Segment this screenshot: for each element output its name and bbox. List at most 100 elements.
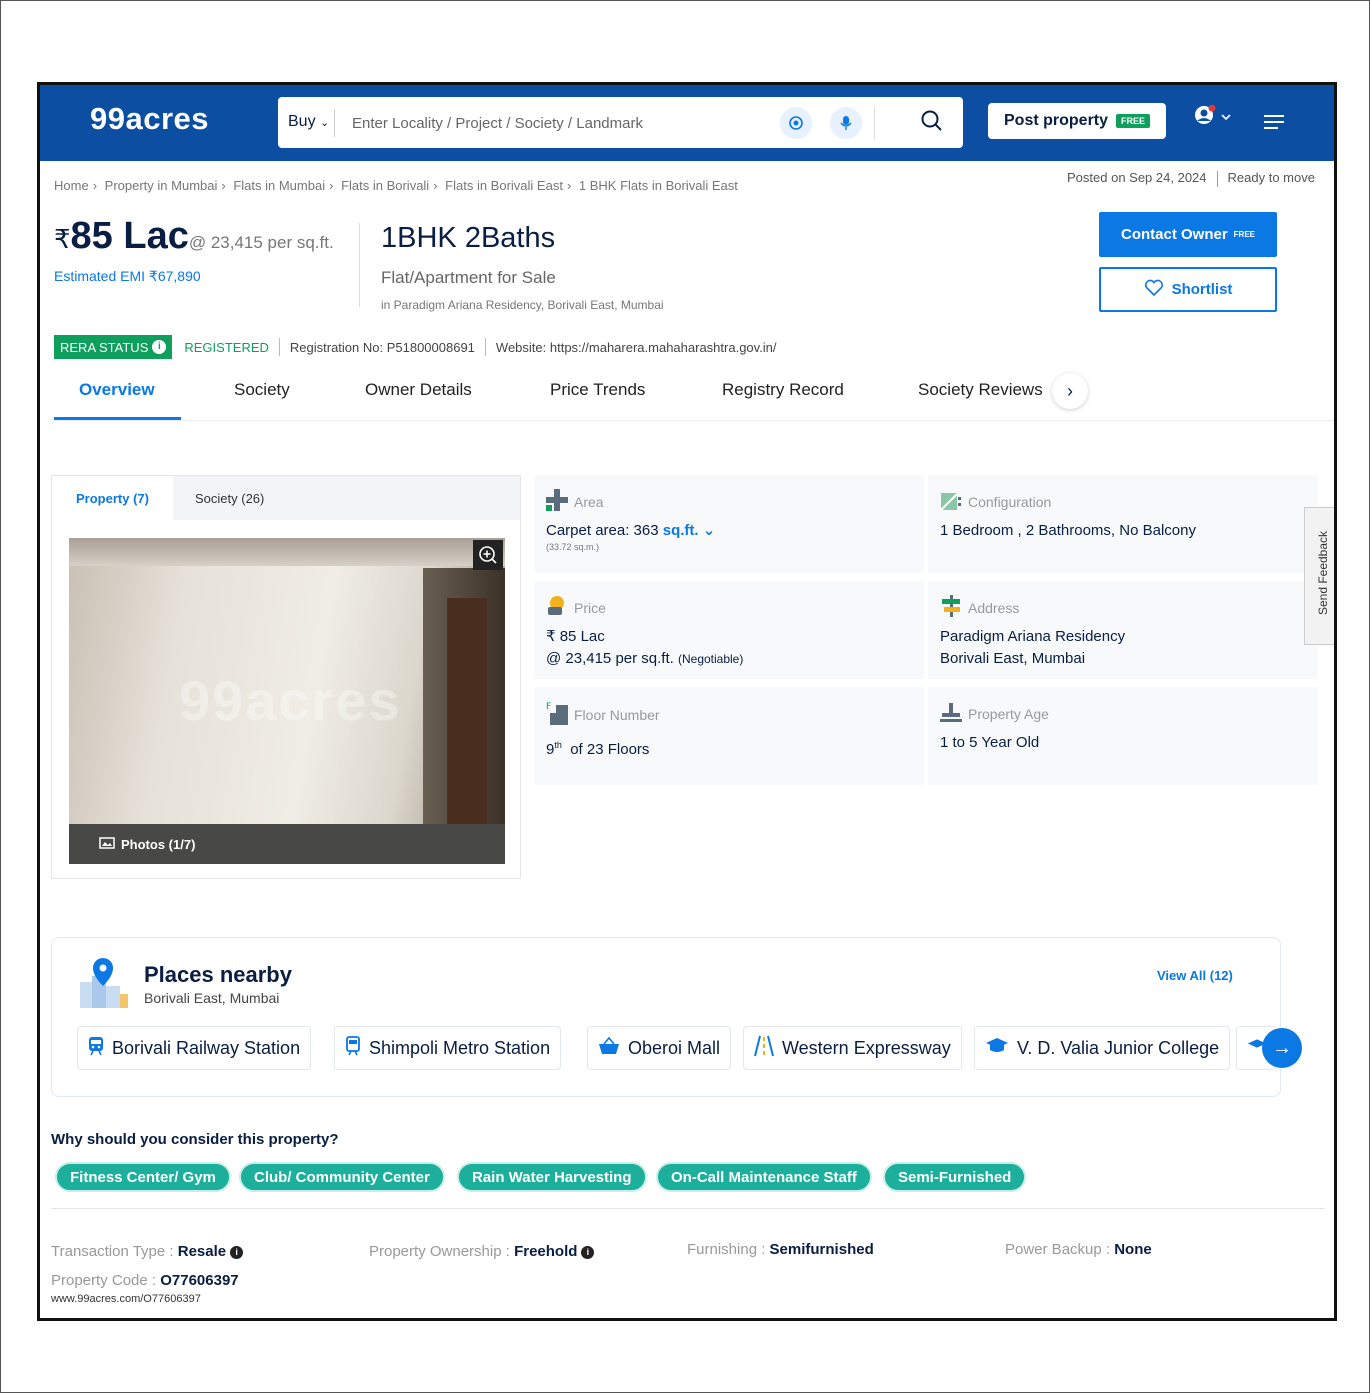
arrow-right-icon[interactable]: → bbox=[1262, 1028, 1302, 1068]
tab-owner-details[interactable]: Owner Details bbox=[365, 380, 472, 400]
nearby-chip[interactable]: Western Expressway bbox=[743, 1026, 962, 1070]
unit-dropdown[interactable]: sq.ft. ⌄ bbox=[663, 522, 716, 539]
floor-suffix: th bbox=[554, 740, 562, 750]
divider bbox=[334, 109, 335, 137]
photos-count: Photos (1/7) bbox=[121, 836, 196, 852]
active-tab-indicator bbox=[54, 417, 181, 420]
view-all-link[interactable]: View All (12) bbox=[1157, 968, 1233, 983]
rupee-symbol: ₹ bbox=[54, 224, 71, 254]
feature-pill: Club/ Community Center bbox=[239, 1162, 445, 1192]
shortlist-label: Shortlist bbox=[1171, 281, 1233, 298]
address-line2: Borivali East, Mumbai bbox=[940, 650, 1086, 667]
contact-owner-button[interactable]: Contact Owner FREE bbox=[1099, 212, 1277, 257]
gallery-tabs: Property (7) Society (26) bbox=[52, 476, 520, 520]
divider bbox=[359, 223, 360, 307]
tab-price-trends[interactable]: Price Trends bbox=[550, 380, 645, 400]
tab-property-photos[interactable]: Property (7) bbox=[52, 476, 173, 520]
photos-count-bar[interactable]: Photos (1/7) bbox=[69, 824, 505, 864]
send-feedback-tab[interactable]: Send Feedback bbox=[1304, 507, 1334, 645]
rera-registered: REGISTERED bbox=[184, 339, 269, 355]
detail-price: Price ₹ 85 Lac @ 23,415 per sq.ft. (Negot… bbox=[534, 581, 924, 679]
feature-pill: Semi-Furnished bbox=[883, 1162, 1027, 1192]
tab-overview[interactable]: Overview bbox=[79, 380, 155, 400]
price-label: Price bbox=[574, 599, 606, 616]
info-icon[interactable]: i bbox=[152, 340, 167, 354]
info-icon[interactable]: i bbox=[581, 1245, 595, 1259]
shortlist-button[interactable]: Shortlist bbox=[1099, 267, 1277, 312]
hamburger-menu-icon[interactable] bbox=[1262, 113, 1286, 136]
feature-pill: On-Call Maintenance Staff bbox=[656, 1162, 872, 1192]
tab-registry-record[interactable]: Registry Record bbox=[722, 380, 844, 400]
image-icon bbox=[99, 836, 115, 852]
feature-pill: Fitness Center/ Gym bbox=[55, 1162, 231, 1192]
power-backup: Power Backup : None bbox=[1005, 1241, 1152, 1258]
price-line: ₹ 85 Lac bbox=[546, 628, 605, 645]
divider bbox=[51, 1208, 1325, 1209]
breadcrumb-item[interactable]: Property in Mumbai bbox=[105, 178, 218, 193]
tab-society-photos[interactable]: Society (26) bbox=[195, 476, 264, 520]
shopping-basket-icon bbox=[598, 1036, 620, 1060]
search-bar: Buy ⌄ bbox=[278, 97, 963, 148]
top-header: 99acres Buy ⌄ Post property FREE bbox=[40, 85, 1334, 161]
feature-pill: Rain Water Harvesting bbox=[457, 1162, 647, 1192]
page-card: 99acres Buy ⌄ Post property FREE bbox=[37, 82, 1337, 1321]
property-subtitle: Flat/Apartment for Sale bbox=[381, 268, 556, 287]
logo[interactable]: 99acres bbox=[90, 101, 209, 137]
user-icon[interactable] bbox=[1192, 104, 1234, 138]
nearby-chip[interactable]: Borivali Railway Station bbox=[77, 1026, 312, 1070]
property-url[interactable]: www.99acres.com/O77606397 bbox=[51, 1293, 201, 1305]
property-title: 1BHK 2Baths bbox=[381, 222, 556, 254]
chevron-right-icon[interactable]: › bbox=[1052, 373, 1088, 409]
transaction-type-value: Resale bbox=[177, 1243, 227, 1260]
property-code-value: O77606397 bbox=[160, 1272, 239, 1289]
places-nearby-title: Places nearby bbox=[144, 962, 292, 987]
emi-link[interactable]: Estimated EMI ₹67,890 bbox=[54, 268, 201, 285]
price-value: 85 Lac bbox=[70, 215, 189, 257]
breadcrumb-item[interactable]: Flats in Borivali bbox=[341, 178, 429, 193]
road-icon bbox=[754, 1035, 774, 1062]
tab-society-reviews[interactable]: Society Reviews bbox=[918, 380, 1043, 400]
photo-watermark: 99acres bbox=[179, 669, 402, 732]
contact-owner-label: Contact Owner bbox=[1120, 226, 1228, 243]
detail-floor: F Floor Number 9th of 23 Floors bbox=[534, 687, 924, 785]
property-age-value: 1 to 5 Year Old bbox=[940, 734, 1040, 751]
property-photo[interactable]: 99acres Photos (1/7) bbox=[69, 538, 505, 864]
transaction-type: Transaction Type : Resale i bbox=[51, 1243, 244, 1260]
nearby-chip[interactable]: Shimpoli Metro Station bbox=[334, 1026, 562, 1070]
nearby-place-label: Western Expressway bbox=[782, 1037, 951, 1058]
metro-icon bbox=[345, 1035, 361, 1061]
carpet-area: Carpet area: 363 bbox=[546, 522, 659, 539]
property-age-label: Property Age bbox=[968, 705, 1049, 722]
negotiable-label: (Negotiable) bbox=[677, 652, 744, 666]
tab-society[interactable]: Society bbox=[234, 380, 290, 400]
posted-info: Posted on Sep 24, 2024 Ready to move bbox=[1067, 170, 1315, 187]
breadcrumb-item[interactable]: 1 BHK Flats in Borivali East bbox=[579, 178, 738, 193]
search-input[interactable] bbox=[352, 110, 772, 136]
zoom-in-icon[interactable] bbox=[473, 540, 503, 570]
detail-address: Address Paradigm Ariana Residency Borival… bbox=[928, 581, 1318, 679]
info-icon[interactable]: i bbox=[230, 1245, 244, 1259]
configuration-value: 1 Bedroom , 2 Bathrooms, No Balcony bbox=[940, 522, 1196, 539]
total-floors: of 23 Floors bbox=[570, 741, 650, 758]
breadcrumb-item[interactable]: Flats in Borivali East bbox=[445, 178, 563, 193]
map-pin-city-icon bbox=[76, 956, 130, 1015]
microphone-icon[interactable] bbox=[830, 107, 862, 139]
photo-gallery: Property (7) Society (26) 99acres Photos… bbox=[51, 475, 521, 879]
configuration-icon bbox=[940, 489, 962, 514]
price-tag-icon bbox=[546, 595, 568, 620]
post-property-button[interactable]: Post property FREE bbox=[988, 103, 1166, 139]
rera-registration-number: Registration No: P51800008691 bbox=[289, 339, 475, 355]
rera-website[interactable]: Website: https://maharera.mahaharashtra.… bbox=[496, 340, 777, 355]
breadcrumb-item[interactable]: Flats in Mumbai bbox=[233, 178, 325, 193]
nearby-chip[interactable]: Oberoi Mall bbox=[587, 1026, 732, 1070]
location-icon[interactable] bbox=[780, 107, 812, 139]
post-property-label: Post property bbox=[1004, 112, 1109, 129]
graduation-cap-icon bbox=[985, 1037, 1009, 1060]
buy-dropdown[interactable]: Buy ⌄ bbox=[288, 113, 329, 131]
train-icon bbox=[88, 1036, 104, 1061]
breadcrumb-item[interactable]: Home bbox=[54, 178, 89, 193]
search-icon[interactable] bbox=[920, 109, 944, 138]
nearby-chip[interactable]: V. D. Valia Junior College bbox=[974, 1026, 1231, 1070]
detail-property-age: Property Age 1 to 5 Year Old bbox=[928, 687, 1318, 785]
signpost-icon bbox=[940, 595, 962, 620]
